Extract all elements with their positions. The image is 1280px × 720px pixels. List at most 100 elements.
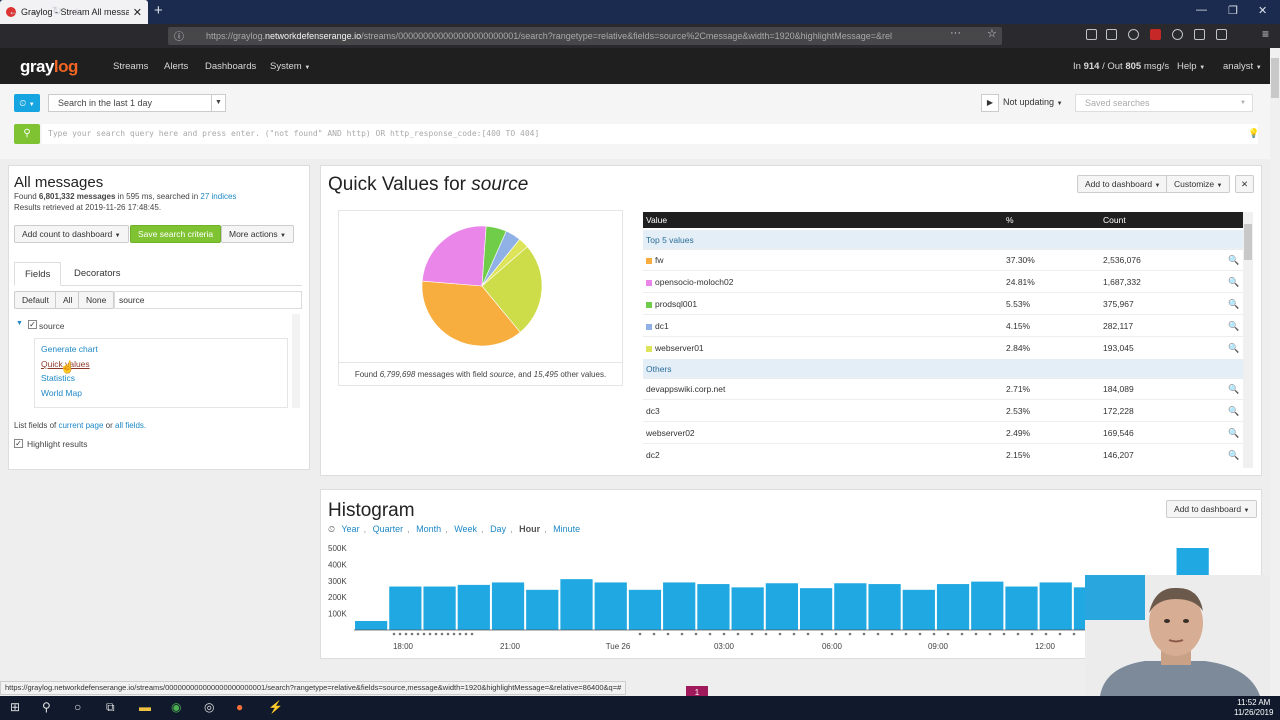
- back-icon[interactable]: ←: [8, 4, 20, 18]
- firefox-icon[interactable]: ●: [236, 700, 243, 714]
- extension2-icon[interactable]: [1172, 29, 1183, 40]
- more-actions-button[interactable]: More actions ▼: [221, 225, 294, 243]
- time-range-select[interactable]: Search in the last 1 day ▼: [48, 94, 226, 112]
- qv-table-scrollbar[interactable]: [1243, 212, 1253, 468]
- extension4-icon[interactable]: [1216, 29, 1227, 40]
- histogram-bar[interactable]: [731, 587, 764, 630]
- taskbar-search-icon[interactable]: ⚲: [42, 700, 51, 714]
- histogram-bar[interactable]: [765, 583, 798, 630]
- res-year[interactable]: Year: [341, 524, 359, 534]
- filter-all-button[interactable]: All: [55, 291, 81, 309]
- nav-streams[interactable]: Streams: [113, 61, 148, 72]
- all-fields-link[interactable]: all fields.: [115, 421, 146, 430]
- field-checkbox[interactable]: ✓: [28, 320, 37, 329]
- hist-add-dashboard-button[interactable]: Add to dashboard ▼: [1166, 500, 1258, 518]
- nav-dashboards[interactable]: Dashboards: [205, 61, 256, 72]
- pinned-app-icon[interactable]: ⚡: [268, 700, 283, 714]
- histogram-bar[interactable]: [355, 620, 388, 630]
- histogram-bar[interactable]: [560, 579, 593, 630]
- zoom-in-icon[interactable]: 🔍: [1228, 422, 1239, 444]
- task-view-icon[interactable]: ⧉: [106, 700, 115, 715]
- zoom-in-icon[interactable]: 🔍: [1228, 271, 1239, 293]
- query-help-icon[interactable]: 💡: [1248, 128, 1259, 139]
- histogram-bar[interactable]: [971, 581, 1004, 630]
- extension3-icon[interactable]: [1194, 29, 1205, 40]
- bookmark-star-icon[interactable]: ☆: [987, 27, 997, 40]
- windows-start-icon[interactable]: ⊞: [10, 700, 20, 714]
- qv-customize-button[interactable]: Customize ▼: [1166, 175, 1231, 193]
- help-menu[interactable]: Help ▼: [1177, 61, 1205, 72]
- zoom-in-icon[interactable]: 🔍: [1228, 400, 1239, 422]
- sidebar-icon[interactable]: [1106, 29, 1117, 40]
- current-page-link[interactable]: current page: [58, 421, 103, 430]
- zoom-in-icon[interactable]: 🔍: [1228, 249, 1239, 271]
- app-icon[interactable]: ◎: [204, 700, 214, 714]
- user-menu[interactable]: analyst ▼: [1223, 61, 1262, 72]
- add-count-button[interactable]: Add count to dashboard ▼: [14, 225, 129, 243]
- res-hour[interactable]: Hour: [519, 524, 540, 534]
- zoom-in-icon[interactable]: 🔍: [1228, 315, 1239, 337]
- highlight-checkbox[interactable]: ✓: [14, 439, 23, 448]
- refresh-select[interactable]: Not updating ▼: [1003, 97, 1063, 107]
- histogram-bar[interactable]: [491, 582, 525, 630]
- account-icon[interactable]: [1128, 29, 1139, 40]
- pie-slice-opensocio-moloch02[interactable]: [421, 225, 487, 287]
- histogram-bar[interactable]: [800, 588, 833, 630]
- close-window-icon[interactable]: ✕: [1258, 4, 1267, 17]
- page-scrollbar[interactable]: [1270, 48, 1280, 696]
- statistics-link[interactable]: Statistics: [41, 373, 75, 383]
- res-month[interactable]: Month: [416, 524, 441, 534]
- page-actions-icon[interactable]: ···: [950, 27, 961, 39]
- url-bar[interactable]: https://graylog. networkdefenserange.io/s…: [168, 27, 1002, 45]
- generate-chart-link[interactable]: Generate chart: [41, 344, 98, 354]
- search-button[interactable]: ⚲: [14, 124, 40, 144]
- search-options-button[interactable]: ⏲ ▼: [14, 94, 40, 112]
- histogram-bar[interactable]: [594, 582, 627, 630]
- cortana-icon[interactable]: ○: [74, 700, 81, 714]
- save-search-button[interactable]: Save search criteria: [130, 225, 222, 243]
- histogram-bar[interactable]: [697, 584, 730, 630]
- close-tab-icon[interactable]: ✕: [133, 6, 142, 19]
- indices-link[interactable]: 27 indices: [200, 192, 236, 201]
- play-button[interactable]: ▶: [981, 94, 999, 112]
- qv-close-button[interactable]: ✕: [1235, 175, 1255, 193]
- nav-alerts[interactable]: Alerts: [164, 61, 188, 72]
- zoom-in-icon[interactable]: 🔍: [1228, 337, 1239, 359]
- search-query-input[interactable]: Type your search query here and press en…: [42, 124, 1258, 144]
- zoom-in-icon[interactable]: 🔍: [1228, 444, 1239, 466]
- filter-default-button[interactable]: Default: [14, 291, 57, 309]
- field-filter-input[interactable]: source: [114, 291, 302, 309]
- new-tab-icon[interactable]: +: [154, 3, 163, 19]
- histogram-bar[interactable]: [526, 589, 559, 630]
- res-quarter[interactable]: Quarter: [373, 524, 404, 534]
- menu-icon[interactable]: ≡: [1262, 27, 1269, 41]
- histogram-bar[interactable]: [423, 586, 456, 630]
- chrome-icon[interactable]: ◉: [171, 700, 181, 714]
- histogram-bar[interactable]: [902, 589, 935, 630]
- world-map-link[interactable]: World Map: [41, 388, 82, 398]
- histogram-bar[interactable]: [457, 584, 490, 630]
- histogram-bar[interactable]: [1039, 582, 1072, 630]
- extension-icon[interactable]: [1150, 29, 1161, 40]
- field-list-scrollbar[interactable]: [292, 314, 300, 408]
- histogram-bar[interactable]: [389, 586, 422, 630]
- tab-decorators[interactable]: Decorators: [64, 262, 130, 286]
- res-minute[interactable]: Minute: [553, 524, 580, 534]
- info-icon[interactable]: ⓘ: [174, 28, 184, 43]
- reload-icon[interactable]: ↻: [52, 4, 62, 18]
- minimize-icon[interactable]: —: [1196, 4, 1207, 16]
- file-explorer-icon[interactable]: ▬: [139, 700, 151, 714]
- caret-down-icon[interactable]: ▼: [16, 320, 23, 327]
- histogram-bar[interactable]: [628, 589, 662, 630]
- histogram-bar[interactable]: [834, 583, 867, 630]
- graylog-logo[interactable]: graylog: [20, 57, 78, 77]
- histogram-bar[interactable]: [663, 582, 696, 630]
- zoom-in-icon[interactable]: 🔍: [1228, 378, 1239, 400]
- histogram-bar[interactable]: [936, 584, 970, 630]
- zoom-in-icon[interactable]: 🔍: [1228, 293, 1239, 315]
- nav-system[interactable]: System ▼: [270, 61, 310, 72]
- taskbar-clock[interactable]: 11:52 AM 11/26/2019: [1234, 698, 1273, 718]
- filter-none-button[interactable]: None: [78, 291, 115, 309]
- histogram-bar[interactable]: [1005, 586, 1038, 630]
- restore-icon[interactable]: ❐: [1228, 4, 1238, 17]
